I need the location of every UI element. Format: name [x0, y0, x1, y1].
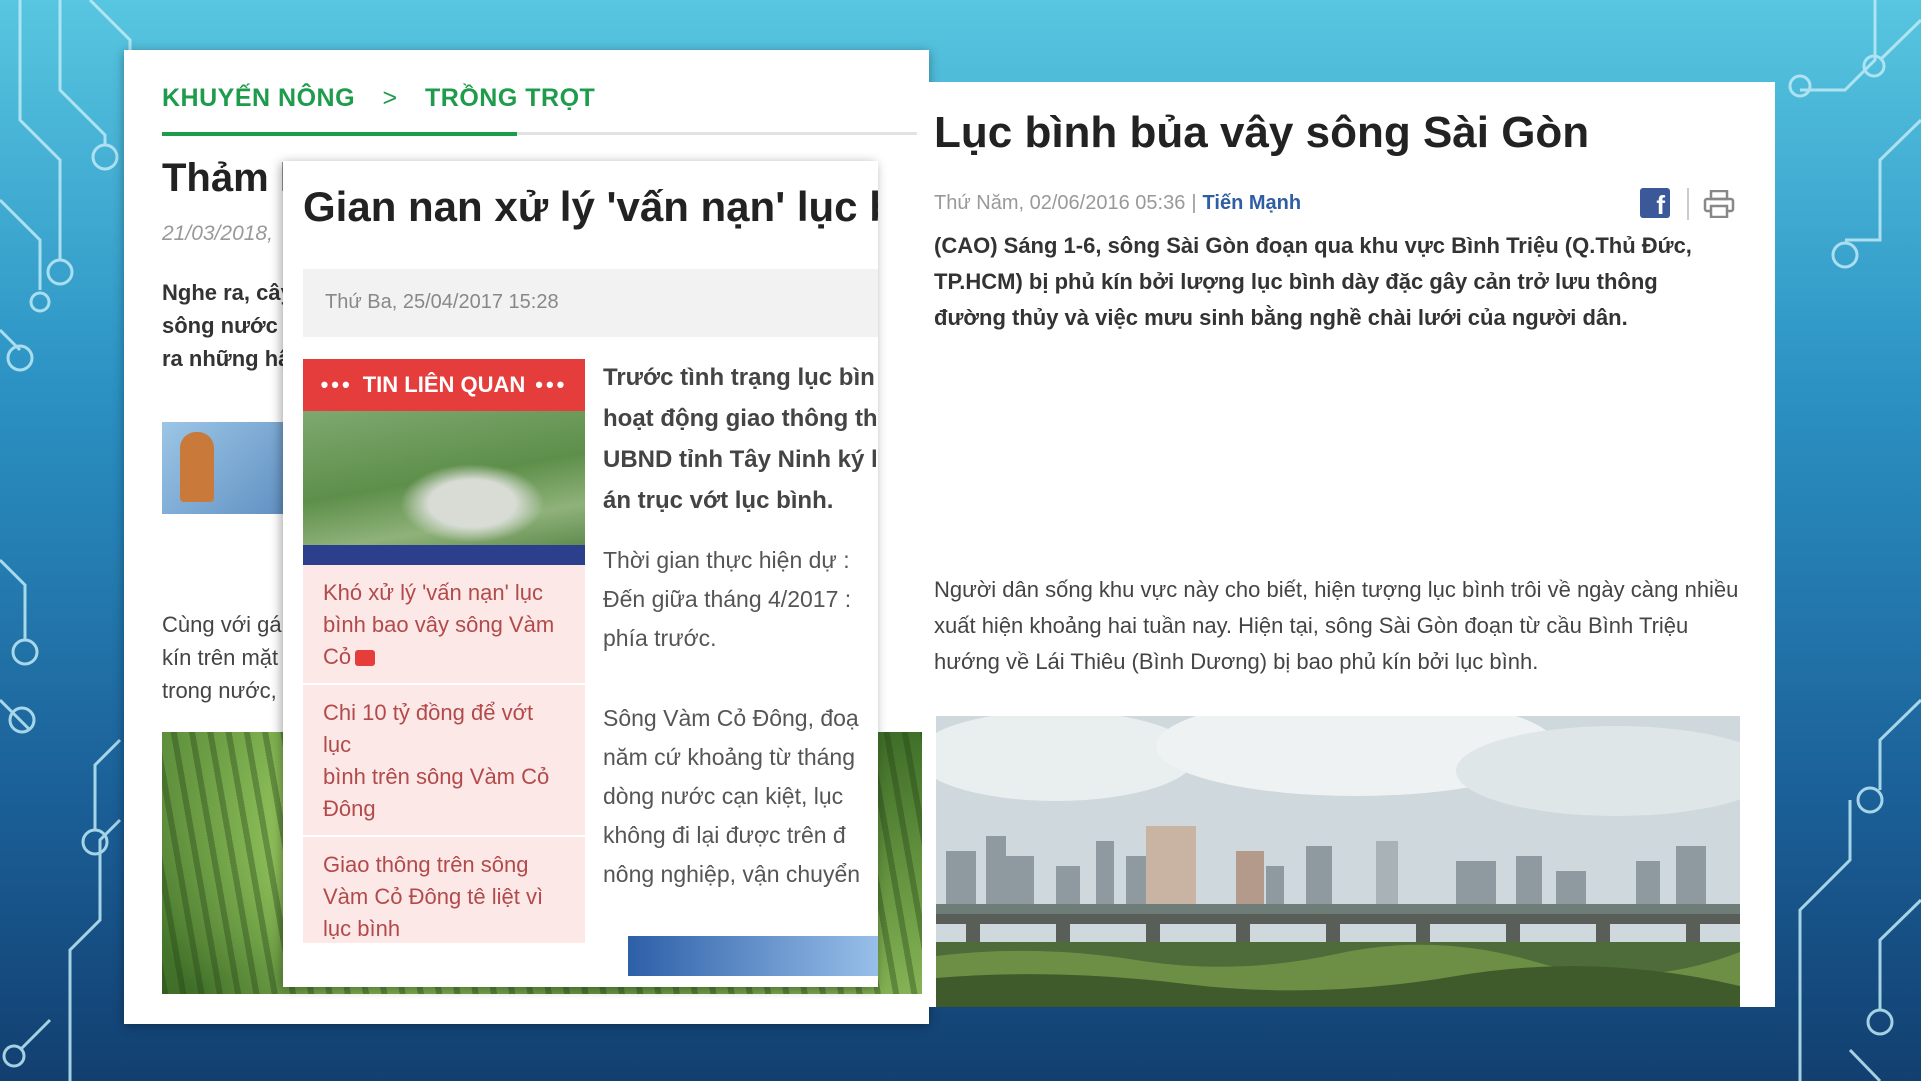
- related-item-line: bình bao vây sông Vàm: [323, 612, 555, 637]
- mid-lead-line: hoạt động giao thông th: [603, 405, 878, 432]
- back-article-body: Cùng với gá kín trên mặt trong nước,: [162, 608, 282, 707]
- back-lead-line: sông nước b: [162, 313, 298, 338]
- related-news-thumbnail[interactable]: [303, 411, 585, 565]
- breadcrumb-active-underline: [162, 132, 517, 136]
- mid-p2-line: năm cứ khoảng từ tháng: [603, 744, 856, 770]
- back-article-date: 21/03/2018,: [162, 222, 273, 245]
- breadcrumb-separator: >: [382, 84, 398, 112]
- mid-p1-line: Đến giữa tháng 4/2017 :: [603, 586, 852, 612]
- back-body-line: kín trên mặt: [162, 645, 279, 670]
- related-item-line: Giao thông trên sông: [323, 852, 529, 877]
- video-camera-icon: [355, 650, 376, 667]
- back-lead-line: Nghe ra, cây: [162, 280, 293, 305]
- mid-lead-line: UBND tỉnh Tây Ninh ký l: [603, 446, 878, 473]
- related-news-item[interactable]: Giao thông trên sông Vàm Cỏ Đông tê liệt…: [303, 837, 585, 957]
- back-lead-line: ra những hậ: [162, 346, 291, 371]
- middle-article-card: Gian nan xử lý 'vấn nạn' lục bình t Thứ …: [283, 161, 878, 987]
- related-item-line: Khó xử lý 'vấn nạn' lục: [323, 580, 544, 605]
- related-item-line: lục bình: [323, 916, 401, 941]
- breadcrumb-trong-trot[interactable]: TRỒNG TRỌT: [425, 84, 595, 112]
- right-article-meta: Thứ Năm, 02/06/2016 05:36 | Tiến Mạnh: [934, 192, 1301, 215]
- middle-article-paragraph-1: Thời gian thực hiện dự : Đến giữa tháng …: [603, 541, 878, 658]
- related-item-line: Đông: [323, 796, 376, 821]
- right-article-lead: (CAO) Sáng 1-6, sông Sài Gòn đoạn qua kh…: [934, 233, 1692, 330]
- thumbnail-caption-bar: [303, 545, 585, 565]
- right-article-card: Lục bình bủa vây sông Sài Gòn Thứ Năm, 0…: [927, 82, 1775, 1007]
- related-news-item[interactable]: Khó xử lý 'vấn nạn' lục bình bao vây sôn…: [303, 565, 585, 685]
- back-body-line: trong nước,: [162, 678, 277, 703]
- middle-article-date-bar: Thứ Ba, 25/04/2017 15:28: [303, 269, 878, 337]
- right-article-body: Người dân sống khu vực này cho biết, hiệ…: [934, 577, 1739, 674]
- right-article-title: Lục bình bủa vây sông Sài Gòn: [934, 108, 1590, 157]
- mid-p1-line: phía trước.: [603, 625, 717, 651]
- related-item-line: Vàm Cỏ Đông tê liệt vì: [323, 884, 544, 909]
- ad-figure: [180, 432, 214, 502]
- related-news-item[interactable]: Chi 10 tỷ đồng để vớt lục bình trên sông…: [303, 685, 585, 837]
- middle-article-image: [628, 936, 878, 976]
- middle-article-date: Thứ Ba, 25/04/2017 15:28: [325, 291, 559, 313]
- mid-lead-line: án trục vớt lục bình.: [603, 487, 834, 514]
- related-item-line: Cỏ: [323, 641, 565, 673]
- middle-article-paragraph-2: Sông Vàm Cỏ Đông, đoạ năm cứ khoảng từ t…: [603, 699, 878, 894]
- right-article-author[interactable]: Tiến Mạnh: [1203, 192, 1302, 214]
- related-item-line: bình trên sông Vàm Cỏ: [323, 764, 550, 789]
- mid-p2-line: nông nghiệp, vận chuyển: [603, 861, 861, 887]
- breadcrumb-khuyen-nong[interactable]: KHUYẾN NÔNG: [162, 84, 355, 112]
- share-divider: [1687, 188, 1689, 220]
- right-article-date: Thứ Năm, 02/06/2016 05:36: [934, 192, 1186, 214]
- print-icon[interactable]: [1703, 190, 1735, 218]
- related-dots-right: •••: [535, 372, 568, 397]
- mid-lead-line: Trước tình trạng lục bìn: [603, 364, 875, 391]
- related-item-word: Cỏ: [323, 644, 352, 669]
- meta-separator: |: [1191, 192, 1197, 214]
- mid-p1-line: Thời gian thực hiện dự :: [603, 547, 850, 573]
- breadcrumb: KHUYẾN NÔNG > TRỒNG TRỌT: [162, 84, 595, 113]
- river-bridge-photo: [936, 716, 1740, 1007]
- advertisement-image[interactable]: [162, 422, 292, 514]
- middle-article-lead: Trước tình trạng lục bìn hoạt động giao …: [603, 357, 878, 521]
- facebook-share-icon[interactable]: f: [1640, 188, 1670, 218]
- related-news-box: ••• TIN LIÊN QUAN ••• Khó xử lý 'vấn nạn' …: [303, 359, 585, 957]
- related-news-title: TIN LIÊN QUAN: [362, 372, 526, 397]
- back-article-lead: Nghe ra, cây sông nước b ra những hậ: [162, 276, 297, 375]
- mid-p2-line: không đi lại được trên đ: [603, 822, 846, 848]
- middle-article-title: Gian nan xử lý 'vấn nạn' lục bình t: [303, 183, 878, 230]
- mid-p2-line: dòng nước cạn kiệt, lục: [603, 783, 844, 809]
- back-body-line: Cùng với gá: [162, 612, 282, 637]
- related-news-header: ••• TIN LIÊN QUAN •••: [303, 359, 585, 411]
- related-dots-left: •••: [320, 372, 353, 397]
- mid-p2-line: Sông Vàm Cỏ Đông, đoạ: [603, 705, 859, 731]
- related-item-line: Chi 10 tỷ đồng để vớt lục: [323, 700, 534, 757]
